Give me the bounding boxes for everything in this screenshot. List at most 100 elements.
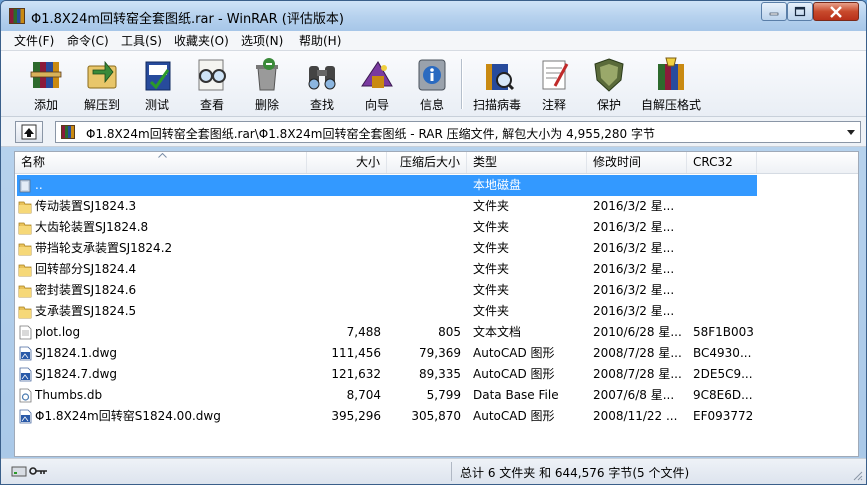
menu-help[interactable]: 帮助(H) — [297, 33, 343, 49]
column-size[interactable]: 大小 — [307, 152, 387, 173]
file-row[interactable]: Thumbs.db 8,704 5,799 Data Base File 2007/6/… — [15, 385, 858, 406]
info-label: 信息 — [419, 98, 444, 112]
file-packed-size: 805 — [438, 325, 461, 339]
file-list[interactable]: 名称 大小 压缩后大小 类型 修改时间 CRC32 .. 本地磁盘传动装置SJ18… — [14, 151, 859, 457]
view-button[interactable]: 查看 — [187, 54, 237, 114]
winrar-app-icon[interactable] — [9, 8, 25, 24]
file-size — [311, 303, 381, 320]
dwg-file-icon — [19, 409, 32, 424]
file-name: 支承装置SJ1824.5 — [35, 304, 137, 318]
extract-to-button[interactable]: 解压到 — [77, 54, 127, 114]
file-name: 传动装置SJ1824.3 — [35, 199, 137, 213]
column-packed[interactable]: 压缩后大小 — [387, 152, 467, 173]
file-type: 文件夹 — [473, 199, 510, 213]
column-crc32[interactable]: CRC32 — [687, 152, 757, 173]
up-folder-button[interactable] — [15, 121, 43, 143]
file-name: 大齿轮装置SJ1824.8 — [35, 220, 149, 234]
file-name: 带挡轮支承装置SJ1824.2 — [35, 241, 173, 255]
address-path: Φ1.8X24m回转窑全套图纸.rar\Φ1.8X24m回转窑全套图纸 - RA… — [86, 127, 656, 141]
column-type[interactable]: 类型 — [467, 152, 587, 173]
parent-folder-icon — [19, 179, 31, 193]
file-name: Thumbs.db — [35, 388, 103, 402]
file-size: 8,704 — [346, 388, 381, 402]
file-type: AutoCAD 图形 — [473, 346, 555, 360]
file-type: 文件夹 — [473, 241, 510, 255]
dropdown-arrow-icon[interactable] — [845, 125, 857, 139]
menu-tools[interactable]: 工具(S) — [119, 33, 164, 49]
file-crc32: BC4930... — [693, 346, 752, 360]
status-divider — [451, 462, 452, 481]
file-modified: 2016/3/2 星... — [593, 304, 675, 318]
delete-icon — [256, 58, 278, 91]
resize-grip-icon[interactable] — [851, 469, 863, 481]
virus-scan-button[interactable]: 扫描病毒 — [472, 54, 522, 114]
file-row[interactable]: 带挡轮支承装置SJ1824.2 文件夹 2016/3/2 星... — [15, 238, 858, 259]
toolbar-separator — [461, 59, 463, 109]
menu-file[interactable]: 文件(F) — [12, 33, 56, 49]
file-crc32 — [693, 198, 763, 215]
file-modified: 2008/7/28 星... — [593, 346, 682, 360]
file-size: 7,488 — [346, 325, 381, 339]
delete-button[interactable]: 删除 — [242, 54, 292, 114]
list-header: 名称 大小 压缩后大小 类型 修改时间 CRC32 — [15, 152, 858, 174]
address-bar: Φ1.8X24m回转窑全套图纸.rar\Φ1.8X24m回转窑全套图纸 - RA… — [1, 117, 866, 147]
comment-icon — [542, 60, 569, 90]
file-type: AutoCAD 图形 — [473, 409, 555, 423]
file-row[interactable]: SJ1824.1.dwg 111,456 79,369 AutoCAD 图形 2008/… — [15, 343, 858, 364]
sfx-button[interactable]: 自解压格式 — [641, 54, 701, 114]
menu-commands[interactable]: 命令(C) — [65, 33, 111, 49]
address-field[interactable]: Φ1.8X24m回转窑全套图纸.rar\Φ1.8X24m回转窑全套图纸 - RA… — [55, 121, 861, 143]
menu-options[interactable]: 选项(N) — [239, 33, 285, 49]
test-button[interactable]: 测试 — [132, 54, 182, 114]
file-packed-size — [393, 261, 461, 278]
menu-favorites[interactable]: 收藏夹(O) — [172, 33, 231, 49]
file-modified: 2016/3/2 星... — [593, 220, 675, 234]
find-button[interactable]: 查找 — [297, 54, 347, 114]
column-modified[interactable]: 修改时间 — [587, 152, 687, 173]
wizard-button[interactable]: 向导 — [352, 54, 402, 114]
minimize-button[interactable] — [761, 2, 787, 21]
file-row[interactable]: .. 本地磁盘 — [15, 175, 858, 196]
file-row[interactable]: plot.log 7,488 805 文本文档 2010/6/28 星... 58F1B0… — [15, 322, 858, 343]
file-packed-size: 89,335 — [419, 367, 461, 381]
file-row[interactable]: Φ1.8X24m回转窑S1824.00.dwg 395,296 305,870 Aut… — [15, 406, 858, 427]
file-type: 文件夹 — [473, 220, 510, 234]
add-label: 添加 — [33, 98, 58, 112]
file-row[interactable]: SJ1824.7.dwg 121,632 89,335 AutoCAD 图形 2008/… — [15, 364, 858, 385]
maximize-button[interactable] — [787, 2, 813, 21]
extract-to-icon — [87, 60, 117, 89]
wizard-label: 向导 — [364, 98, 389, 112]
protect-label: 保护 — [596, 98, 621, 112]
file-type: 文件夹 — [473, 304, 510, 318]
add-archive-icon — [30, 62, 62, 88]
file-row[interactable]: 回转部分SJ1824.4 文件夹 2016/3/2 星... — [15, 259, 858, 280]
title-bar[interactable]: Φ1.8X24m回转窑全套图纸.rar - WinRAR (评估版本) — [1, 1, 866, 31]
info-button[interactable]: 信息 — [407, 54, 457, 114]
virus-scan-icon — [486, 64, 515, 91]
file-row[interactable]: 传动装置SJ1824.3 文件夹 2016/3/2 星... — [15, 196, 858, 217]
toolbar: 添加 解压到 测试 查看 删除 查找 向导 信息 扫描病毒 注释 保护 自解压格… — [1, 51, 866, 117]
folder-icon — [18, 285, 32, 298]
file-crc32: EF093772 — [693, 409, 754, 423]
close-icon — [830, 5, 842, 18]
file-row[interactable]: 密封装置SJ1824.6 文件夹 2016/3/2 星... — [15, 280, 858, 301]
file-size — [311, 198, 381, 215]
file-modified: 2016/3/2 星... — [593, 262, 675, 276]
file-row[interactable]: 支承装置SJ1824.5 文件夹 2016/3/2 星... — [15, 301, 858, 322]
view-icon — [198, 59, 226, 91]
file-modified — [593, 177, 685, 194]
file-name: 密封装置SJ1824.6 — [35, 283, 137, 297]
file-type: 文本文档 — [473, 325, 522, 339]
add-button[interactable]: 添加 — [21, 54, 71, 114]
close-button[interactable] — [813, 2, 859, 21]
file-modified: 2007/6/8 星... — [593, 388, 675, 402]
file-packed-size — [393, 198, 461, 215]
file-type: 本地磁盘 — [473, 178, 522, 192]
protect-button[interactable]: 保护 — [584, 54, 634, 114]
drive-key-icon[interactable] — [11, 463, 51, 479]
comment-button[interactable]: 注释 — [529, 54, 579, 114]
file-row[interactable]: 大齿轮装置SJ1824.8 文件夹 2016/3/2 星... — [15, 217, 858, 238]
file-type: AutoCAD 图形 — [473, 367, 555, 381]
virus-scan-label: 扫描病毒 — [472, 98, 521, 112]
text-file-icon — [19, 325, 32, 340]
